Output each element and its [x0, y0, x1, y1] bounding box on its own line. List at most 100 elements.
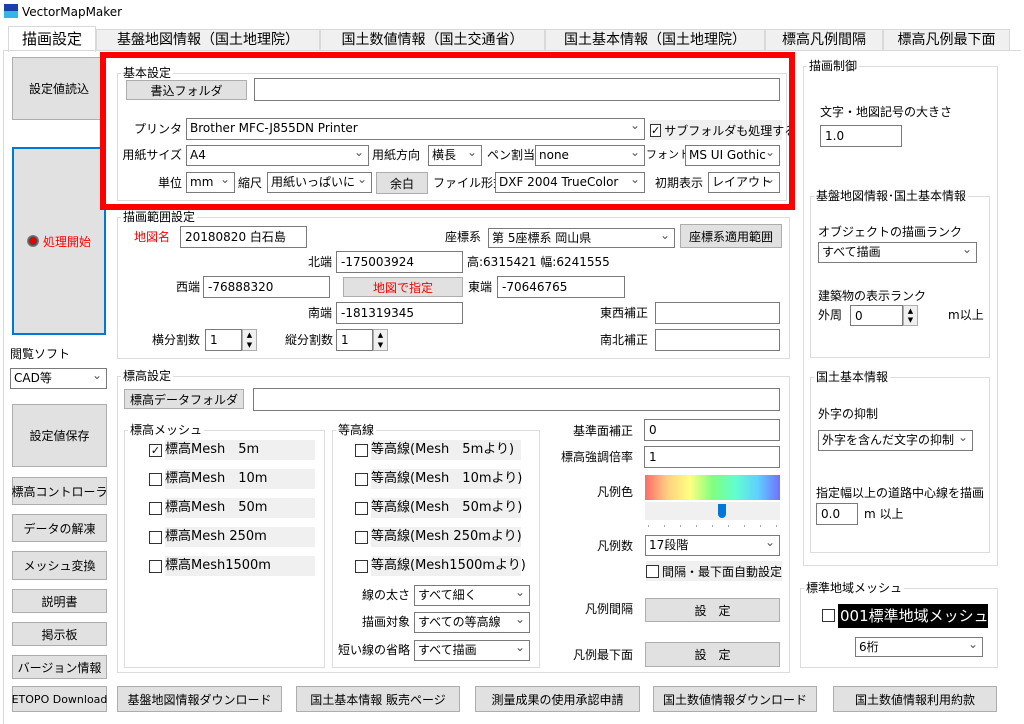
- east-input[interactable]: -70646765: [497, 276, 625, 298]
- elevation-mesh-checkbox[interactable]: ✓ 標高Mesh 5m: [149, 440, 315, 460]
- survey-approval-button[interactable]: 測量成果の使用承認申請: [475, 686, 640, 712]
- select-on-map-button[interactable]: 地図で指定: [343, 277, 463, 297]
- standard-mesh-label[interactable]: 001標準地域メッシュ: [838, 604, 989, 628]
- save-settings-button[interactable]: 設定値保存: [12, 404, 107, 467]
- mesh-convert-button[interactable]: メッシュ変換: [12, 551, 107, 580]
- elevation-mesh-checkbox-label: 標高Mesh 5m: [165, 440, 315, 460]
- app-icon: [4, 4, 18, 18]
- bulletin-board-button[interactable]: 掲示板: [12, 622, 107, 646]
- draw-rank-select[interactable]: すべて描画: [818, 242, 977, 263]
- draw-control-title: 描画制御: [807, 59, 860, 73]
- map-name-label: 地図名: [134, 230, 171, 244]
- outer-input[interactable]: 0: [850, 305, 903, 326]
- checkbox-icon: [355, 443, 368, 457]
- tab-national-numeric[interactable]: 国土数値情報（国土交通省）: [320, 29, 545, 50]
- range-settings-title: 描画範囲設定: [121, 210, 198, 224]
- gaiji-select[interactable]: 外字を含んだ文字の抑制: [818, 430, 973, 451]
- crs-select[interactable]: 第 5座標系 岡山県: [488, 228, 675, 248]
- hdiv-spinner[interactable]: ▲ ▼: [242, 329, 257, 351]
- road-width-input[interactable]: 0.0: [816, 503, 858, 525]
- viewer-select[interactable]: CAD等: [10, 368, 107, 389]
- elevation-mesh-checkbox-label: 標高Mesh1500m: [165, 556, 315, 576]
- decompress-data-button[interactable]: データの解凍: [12, 514, 107, 542]
- line-width-select[interactable]: すべて細く: [414, 585, 530, 606]
- north-input[interactable]: -175003924: [336, 251, 463, 273]
- highlight-box: [100, 52, 795, 210]
- elevation-mesh-checkbox[interactable]: 標高Mesh 50m: [149, 498, 315, 518]
- outer-spinner[interactable]: ▲ ▼: [903, 305, 918, 326]
- gaiji-label: 外字の抑制: [818, 407, 879, 421]
- national-numeric-download-button[interactable]: 国土数値情報ダウンロード: [653, 686, 817, 712]
- hdiv-input[interactable]: 1: [205, 329, 242, 351]
- south-label: 南端: [307, 306, 332, 320]
- exaggeration-input[interactable]: 1: [644, 446, 780, 468]
- short-line-select[interactable]: すべて描画: [414, 640, 530, 661]
- standard-mesh-checkbox[interactable]: [822, 609, 835, 622]
- exaggeration-label: 標高強調倍率: [560, 450, 633, 464]
- checkbox-icon: [149, 501, 162, 515]
- elevation-folder-input[interactable]: [253, 388, 780, 411]
- contour-checkbox[interactable]: 等高線(Mesh 10mより): [355, 469, 522, 489]
- elevation-controller-button[interactable]: 標高コントローラ: [12, 477, 108, 505]
- auto-set-checkbox[interactable]: 間隔・最下面自動設定: [646, 561, 782, 581]
- mesh-digits-select[interactable]: 6桁: [855, 637, 983, 657]
- legend-color-gradient: [645, 475, 780, 500]
- checkbox-icon: [149, 559, 162, 573]
- legend-bottom-button[interactable]: 設 定: [645, 642, 780, 667]
- etopo-download-button[interactable]: ETOPO Download: [12, 686, 107, 712]
- elevation-settings-title: 標高設定: [121, 369, 174, 383]
- ns-correction-input[interactable]: [655, 329, 780, 351]
- checkbox-icon: [646, 564, 659, 578]
- start-processing-button[interactable]: 処理開始: [12, 147, 106, 335]
- viewer-label: 閲覧ソフト: [10, 347, 71, 361]
- contour-checkbox[interactable]: 等高線(Mesh 5mより): [355, 440, 521, 460]
- auto-set-label: 間隔・最下面自動設定: [661, 564, 782, 579]
- crs-range-button[interactable]: 座標系適用範囲: [680, 224, 782, 248]
- ew-correction-input[interactable]: [655, 302, 780, 324]
- tab-base-map[interactable]: 基盤地図情報（国土地理院）: [96, 29, 320, 50]
- contour-checkbox[interactable]: 等高線(Mesh1500mより): [355, 556, 526, 576]
- base-correction-input[interactable]: 0: [644, 419, 780, 441]
- ns-correction-label: 南北補正: [599, 333, 648, 347]
- base-map-download-button[interactable]: 基盤地図情報ダウンロード: [117, 686, 282, 712]
- elevation-mesh-checkbox[interactable]: 標高Mesh 250m: [149, 527, 315, 547]
- national-basic-sales-button[interactable]: 国土基本情報 販売ページ: [296, 686, 460, 712]
- slider-thumb[interactable]: [717, 504, 726, 518]
- symbol-size-input[interactable]: 1.0: [820, 125, 902, 147]
- standard-mesh-title: 標準地域メッシュ: [804, 581, 905, 595]
- west-input[interactable]: -76888320: [203, 276, 330, 298]
- contour-checkbox[interactable]: 等高線(Mesh 250mより): [355, 527, 522, 547]
- outer-unit: m以上: [948, 308, 984, 322]
- vdiv-spinner[interactable]: ▲ ▼: [373, 329, 388, 351]
- manual-button[interactable]: 説明書: [12, 589, 107, 613]
- road-width-unit: m 以上: [864, 507, 904, 521]
- tab-drawing-settings[interactable]: 描画設定: [8, 26, 96, 52]
- tab-legend-interval[interactable]: 標高凡例間隔: [765, 29, 883, 50]
- version-info-button[interactable]: バージョン情報: [12, 655, 107, 679]
- contour-checkbox-label: 等高線(Mesh 250mより): [371, 527, 522, 547]
- base-map-subgroup-title: 基盤地図情報･国土基本情報: [814, 189, 969, 203]
- elevation-mesh-checkbox[interactable]: 標高Mesh1500m: [149, 556, 315, 576]
- checkbox-icon: [149, 530, 162, 544]
- draw-target-select[interactable]: すべての等高線: [414, 612, 530, 633]
- elevation-mesh-checkbox[interactable]: 標高Mesh 10m: [149, 469, 315, 489]
- elevation-mesh-checkbox-label: 標高Mesh 10m: [165, 469, 315, 489]
- hdiv-label: 横分割数: [151, 333, 200, 347]
- legend-interval-label: 凡例間隔: [584, 602, 633, 616]
- load-settings-button[interactable]: 設定値読込: [12, 57, 106, 120]
- legend-color-slider[interactable]: [645, 502, 780, 520]
- elevation-folder-button[interactable]: 標高データフォルダ: [124, 389, 244, 409]
- south-input[interactable]: -181319345: [336, 302, 463, 324]
- base-map-subgroup: 基盤地図情報･国土基本情報: [810, 189, 990, 358]
- national-numeric-terms-button[interactable]: 国土数値情報利用約款: [833, 686, 997, 712]
- contour-checkbox-label: 等高線(Mesh 5mより): [371, 440, 521, 460]
- legend-count-select[interactable]: 17段階: [645, 535, 780, 556]
- vdiv-label: 縦分割数: [284, 333, 333, 347]
- contour-checkbox[interactable]: 等高線(Mesh 50mより): [355, 498, 522, 518]
- map-name-input[interactable]: 20180820 白石島: [180, 226, 307, 248]
- tab-national-basic[interactable]: 国土基本情報（国土地理院）: [545, 29, 765, 50]
- tab-legend-bottom[interactable]: 標高凡例最下面: [883, 29, 1010, 50]
- legend-interval-button[interactable]: 設 定: [645, 598, 780, 622]
- vdiv-input[interactable]: 1: [336, 329, 373, 351]
- crs-label: 座標系: [445, 230, 482, 244]
